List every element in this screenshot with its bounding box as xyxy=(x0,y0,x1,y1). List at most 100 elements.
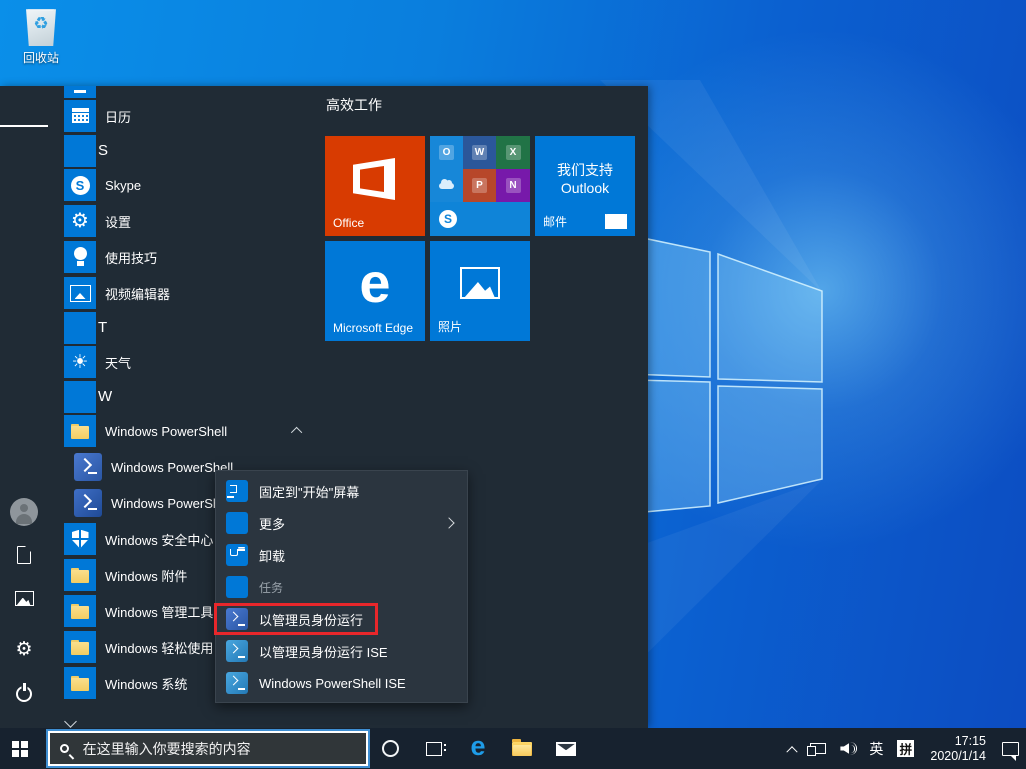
context-menu-item[interactable]: 以管理员身份运行 ISE xyxy=(216,635,467,667)
context-menu-item[interactable]: 以管理员身份运行 xyxy=(216,603,467,635)
ime-icon: 拼 xyxy=(897,740,914,757)
app-icon xyxy=(64,381,96,413)
tile-mail[interactable]: 我们支持 Outlook 邮件 xyxy=(535,136,635,236)
context-menu-item-label: 卸载 xyxy=(259,546,285,565)
app-icon xyxy=(64,415,96,447)
taskbar-search[interactable] xyxy=(48,731,368,766)
tile-photos-label: 照片 xyxy=(438,318,462,335)
app-icon xyxy=(64,595,96,627)
context-menu-item-icon xyxy=(226,480,248,502)
skype-icon: S xyxy=(439,210,457,228)
app-icon xyxy=(64,135,96,167)
partial-app-icon xyxy=(64,86,96,98)
context-menu-item-label: 以管理员身份运行 xyxy=(259,610,363,629)
context-menu-item[interactable]: 更多 xyxy=(216,507,467,539)
ime-indicator[interactable]: 拼 xyxy=(890,728,921,769)
tile-office[interactable]: Office xyxy=(325,136,425,236)
tile-office-label: Office xyxy=(333,216,364,230)
app-icon xyxy=(64,277,96,309)
tile-mail-label: 邮件 xyxy=(543,213,567,230)
taskbar-clock[interactable]: 17:15 2020/1/14 xyxy=(921,734,995,764)
context-menu-item-label: Windows PowerShell ISE xyxy=(259,676,406,691)
windows-logo-icon xyxy=(12,741,19,748)
tile-edge[interactable]: e Microsoft Edge xyxy=(325,241,425,341)
photos-icon xyxy=(460,267,500,299)
outlook-icon: O xyxy=(439,145,454,160)
volume-button[interactable] xyxy=(833,728,862,769)
powerpoint-icon: P xyxy=(472,178,487,193)
mail-icon xyxy=(556,742,576,756)
recycle-bin[interactable]: ♻ 回收站 xyxy=(12,6,70,66)
network-icon xyxy=(810,743,826,754)
power-icon xyxy=(16,686,32,702)
app-label: 视频编辑器 xyxy=(105,284,170,303)
tile-group-title: 高效工作 xyxy=(326,95,382,115)
tile-photos[interactable]: 照片 xyxy=(430,241,530,341)
app-list-item[interactable]: W xyxy=(48,380,320,413)
tile-office-suite[interactable]: O W X P N S xyxy=(430,136,530,236)
menu-expand-button[interactable] xyxy=(0,108,48,144)
chevron-up-icon xyxy=(787,746,798,757)
gear-icon: ⚙ xyxy=(15,640,32,659)
app-list-item[interactable]: 天气 xyxy=(48,344,320,380)
word-icon: W xyxy=(472,145,487,160)
tray-overflow-button[interactable] xyxy=(781,728,803,769)
network-button[interactable] xyxy=(803,728,833,769)
app-label: 使用技巧 xyxy=(105,248,157,267)
app-list-item[interactable]: 日历 xyxy=(48,98,320,134)
task-view-icon xyxy=(426,742,442,756)
app-label: Windows 安全中心 xyxy=(105,530,213,549)
context-menu-item-icon xyxy=(226,576,248,598)
app-label: 设置 xyxy=(105,212,131,231)
app-list-item[interactable]: 设置 xyxy=(48,203,320,239)
app-icon xyxy=(64,312,96,344)
pictures-button[interactable] xyxy=(0,580,48,616)
app-icon xyxy=(64,205,96,237)
language-indicator[interactable]: 英 xyxy=(862,728,890,769)
app-icon xyxy=(64,523,96,555)
mail-taskbar-button[interactable] xyxy=(544,728,588,769)
documents-button[interactable] xyxy=(0,537,48,573)
start-button[interactable] xyxy=(0,728,48,769)
context-menu-item-label: 任务 xyxy=(259,579,283,596)
app-list-item[interactable]: 视频编辑器 xyxy=(48,275,320,311)
app-list-item[interactable]: S xyxy=(48,134,320,167)
tile-edge-label: Microsoft Edge xyxy=(333,321,413,335)
edge-logo-icon: e xyxy=(325,255,425,311)
app-list-item[interactable]: Windows PowerShell xyxy=(48,413,320,449)
cortana-button[interactable] xyxy=(368,728,412,769)
action-center-button[interactable] xyxy=(995,728,1026,769)
app-icon xyxy=(64,100,96,132)
context-menu-item[interactable]: Windows PowerShell ISE xyxy=(216,667,467,699)
search-input[interactable] xyxy=(81,740,356,758)
context-menu-item-icon xyxy=(226,512,248,534)
action-center-icon xyxy=(1002,742,1019,756)
file-explorer-button[interactable] xyxy=(500,728,544,769)
chevron-up-icon[interactable] xyxy=(291,427,302,438)
context-menu-item[interactable]: 固定到"开始"屏幕 xyxy=(216,475,467,507)
context-menu-item-label: 固定到"开始"屏幕 xyxy=(259,482,359,501)
settings-button[interactable]: ⚙ xyxy=(0,631,48,667)
user-account-button[interactable] xyxy=(0,494,48,530)
context-menu-item[interactable]: 任务 xyxy=(216,571,467,603)
clock-date: 2020/1/14 xyxy=(930,749,986,764)
recycle-bin-icon: ♻ xyxy=(24,6,58,46)
document-icon xyxy=(17,546,31,564)
context-menu-item[interactable]: 卸载 xyxy=(216,539,467,571)
context-menu-item-icon xyxy=(226,672,248,694)
app-icon xyxy=(64,631,96,663)
file-explorer-icon xyxy=(512,742,532,756)
app-list-item[interactable]: T xyxy=(48,311,320,344)
app-list-item[interactable]: Skype xyxy=(48,167,320,203)
excel-icon: X xyxy=(506,145,521,160)
app-label: Windows 附件 xyxy=(105,566,187,585)
task-view-button[interactable] xyxy=(412,728,456,769)
edge-taskbar-button[interactable]: e xyxy=(456,728,500,769)
volume-icon xyxy=(840,743,849,754)
clock-time: 17:15 xyxy=(930,734,986,749)
taskbar: e 英 拼 17:15 2020/1/14 xyxy=(0,728,1026,769)
context-menu-item-label: 以管理员身份运行 ISE xyxy=(259,642,388,661)
app-list-item[interactable]: 使用技巧 xyxy=(48,239,320,275)
app-label: T xyxy=(98,319,107,336)
power-button[interactable] xyxy=(0,676,48,712)
